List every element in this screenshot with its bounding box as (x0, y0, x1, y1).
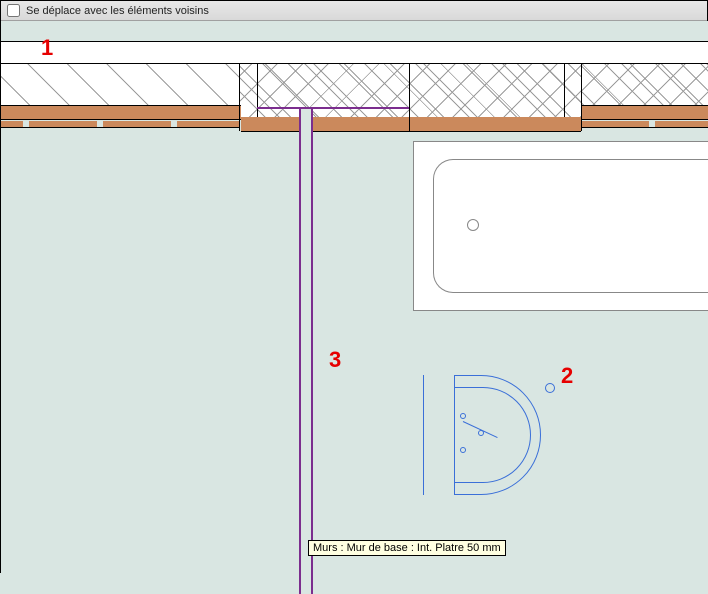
moves-with-nearby-checkbox[interactable] (7, 4, 20, 17)
sink-overflow-icon (545, 383, 555, 393)
jamb-line (239, 63, 240, 131)
wall-edge-line (1, 63, 708, 64)
jamb-line (409, 63, 410, 131)
wood-outline (1, 127, 239, 128)
annotation-marker-3: 3 (329, 347, 341, 373)
options-bar: Se déplace avec les éléments voisins (1, 1, 707, 21)
sink-tap-hole-icon (460, 447, 466, 453)
bathtub-drain-icon (467, 219, 479, 231)
wood-outline (581, 119, 708, 120)
exterior-wall-finish (1, 41, 708, 63)
wood-outline (1, 119, 241, 120)
sink-back (423, 375, 455, 495)
selected-partition-wall[interactable] (299, 109, 313, 594)
wall-wood-sill-mid (241, 117, 411, 131)
wall-wood-sill-left (1, 105, 241, 119)
selected-wall-top-edge[interactable] (257, 107, 409, 111)
wood-outline (581, 127, 708, 128)
wall-edge-line (1, 41, 708, 42)
moves-with-nearby-label: Se déplace avec les éléments voisins (26, 5, 209, 17)
wall-wood-sill-right (581, 105, 708, 119)
annotation-marker-2: 2 (561, 363, 573, 389)
jamb-line (564, 63, 565, 117)
jamb-line (581, 63, 582, 131)
wall-wood-sill-mid2 (411, 117, 581, 131)
annotation-marker-1: 1 (41, 35, 53, 61)
drawing-canvas[interactable]: 1 2 3 Murs : Mur de base : Int. Platre 5… (1, 21, 708, 574)
wood-outline (581, 105, 708, 106)
element-tooltip: Murs : Mur de base : Int. Platre 50 mm (308, 540, 506, 556)
sink-tap-hole-icon (460, 413, 466, 419)
wood-outline (411, 131, 581, 132)
wood-outline (241, 131, 411, 132)
wood-outline (1, 105, 241, 106)
